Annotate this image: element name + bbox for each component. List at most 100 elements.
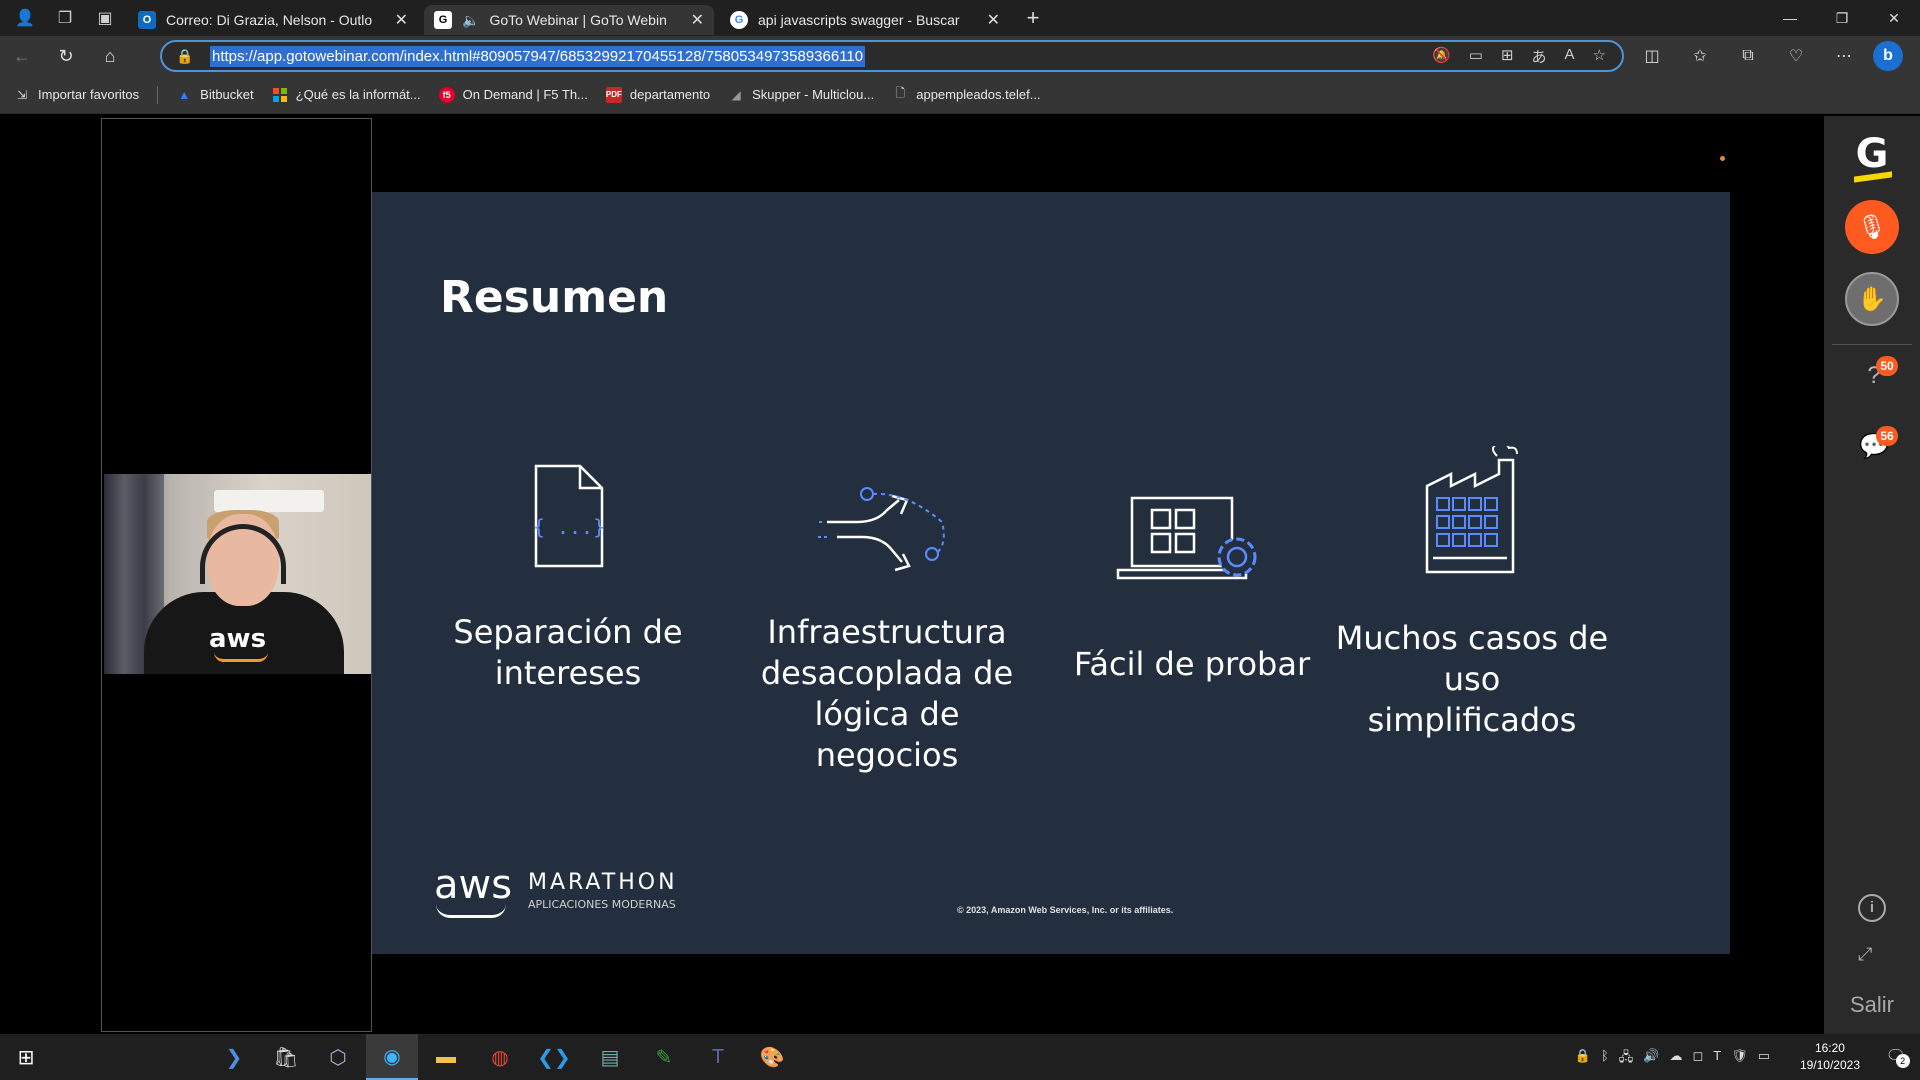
favorite-star-icon[interactable]: ☆ bbox=[1593, 46, 1606, 67]
goto-icon: G bbox=[434, 11, 452, 29]
app-available-icon[interactable]: ▭ bbox=[1469, 46, 1483, 67]
page-icon: 🗋 bbox=[895, 86, 906, 100]
security-icon[interactable]: 🛡 bbox=[1731, 1048, 1748, 1070]
bookmark-label: appempleados.telef... bbox=[916, 87, 1041, 102]
item-label-line: Muchos casos de uso bbox=[1335, 619, 1609, 698]
bookmark-skupper[interactable]: ◢ Skupper - Multiclou... bbox=[728, 87, 875, 103]
raise-hand-button[interactable]: ✋ bbox=[1845, 272, 1899, 326]
battery-icon[interactable]: ▭ bbox=[1758, 1048, 1770, 1070]
bookmark-appempleados[interactable]: 🗋 appempleados.telef... bbox=[892, 86, 1041, 103]
vertical-tabs-icon[interactable]: ▣ bbox=[88, 3, 122, 33]
event-title: MARATHON bbox=[528, 870, 678, 895]
tab-google-search[interactable]: G api javascripts swagger - Buscar ✕ bbox=[720, 5, 1010, 35]
bookmarks-bar: ⇲ Importar favoritos ▲ Bitbucket ¿Qué es… bbox=[0, 76, 1920, 114]
slide-item-infrastructure: Infraestructura desacoplada de lógica de… bbox=[752, 482, 1022, 776]
teams-taskbar-icon[interactable]: T bbox=[692, 1034, 744, 1080]
recording-dot bbox=[1720, 156, 1725, 161]
item-label-line: desacoplada de bbox=[760, 654, 1014, 692]
focus-icon[interactable]: ◻ bbox=[1692, 1048, 1703, 1070]
back-button[interactable]: ← bbox=[0, 36, 44, 76]
minimize-button[interactable]: — bbox=[1764, 0, 1816, 36]
start-button[interactable]: ⊞ bbox=[0, 1034, 52, 1080]
tab-gotowebinar[interactable]: G 🔈 GoTo Webinar | GoTo Webin ✕ bbox=[424, 5, 714, 35]
system-tray[interactable]: 🔒 ᛒ 🖧 🔊 ☁ ◻ T 🛡 ▭ bbox=[1575, 1048, 1770, 1070]
bookmark-on-demand-f5[interactable]: f5 On Demand | F5 Th... bbox=[438, 86, 588, 103]
vpn-icon[interactable]: 🔒 bbox=[1575, 1048, 1591, 1070]
tab-title: Correo: Di Grazia, Nelson - Outlo bbox=[166, 12, 373, 28]
notification-count-badge: 2 bbox=[1895, 1054, 1910, 1068]
notes-taskbar-icon[interactable]: ✎ bbox=[638, 1034, 690, 1080]
bookmark-import-favorites[interactable]: ⇲ Importar favoritos bbox=[14, 87, 139, 103]
workspaces-icon[interactable]: ❐ bbox=[48, 3, 82, 33]
address-bar[interactable]: 🔒 https://app.gotowebinar.com/index.html… bbox=[160, 40, 1624, 72]
factory-grid-icon bbox=[1425, 446, 1518, 574]
profile-avatar-icon[interactable]: 👤 bbox=[8, 3, 42, 33]
close-window-button[interactable]: ✕ bbox=[1868, 0, 1920, 36]
close-tab-icon[interactable]: ✕ bbox=[691, 10, 704, 30]
split-screen-icon[interactable]: ◫ bbox=[1628, 46, 1676, 66]
presenter-webcam-video: aws bbox=[104, 474, 371, 674]
lock-icon[interactable]: 🔒 bbox=[176, 48, 200, 65]
address-toolbar: ← ↻ ⌂ 🔒 https://app.gotowebinar.com/inde… bbox=[0, 36, 1920, 76]
slide-title: Resumen bbox=[440, 272, 669, 323]
url-text[interactable]: https://app.gotowebinar.com/index.html#8… bbox=[210, 45, 866, 67]
cloud-icon[interactable]: ☁ bbox=[1669, 1048, 1682, 1070]
read-aloud-icon[interactable]: A bbox=[1565, 46, 1575, 67]
info-button[interactable]: i bbox=[1858, 894, 1886, 922]
laptop-gear-icon bbox=[1116, 496, 1257, 580]
terminal-taskbar-icon[interactable]: ❯ bbox=[208, 1034, 260, 1080]
aws-logo: aws bbox=[434, 862, 513, 908]
close-tab-icon[interactable]: ✕ bbox=[395, 10, 408, 30]
refresh-button[interactable]: ↻ bbox=[44, 36, 88, 76]
clock-date: 19/10/2023 bbox=[1799, 1058, 1860, 1072]
tab-outlook[interactable]: O Correo: Di Grazia, Nelson - Outlo ✕ bbox=[128, 5, 418, 35]
notifications-blocked-icon[interactable]: 🔕 bbox=[1432, 46, 1451, 67]
microphone-button[interactable]: 🎙 bbox=[1845, 200, 1899, 254]
divider bbox=[1832, 344, 1912, 345]
notification-center-button[interactable]: 🗨 2 bbox=[1886, 1046, 1910, 1068]
bookmark-que-es-informatica[interactable]: ¿Qué es la informát... bbox=[272, 87, 421, 103]
store-taskbar-icon[interactable]: 🛍 bbox=[260, 1034, 312, 1080]
more-options-icon[interactable]: ⋯ bbox=[1820, 46, 1868, 66]
item-label-line: Infraestructura bbox=[767, 613, 1007, 651]
slide-item-easy-testing: Fácil de probar bbox=[1062, 492, 1322, 685]
chrome-taskbar-icon[interactable]: ◍ bbox=[474, 1034, 526, 1080]
teams-tray-icon[interactable]: T bbox=[1713, 1048, 1721, 1070]
speaker-icon[interactable]: 🔈 bbox=[462, 12, 479, 29]
skupper-icon: ◢ bbox=[731, 87, 741, 102]
network-icon[interactable]: 🖧 bbox=[1619, 1048, 1634, 1070]
fullscreen-button[interactable]: ⤢ bbox=[1858, 944, 1872, 965]
chat-count-badge: 56 bbox=[1876, 426, 1898, 446]
browser-essentials-icon[interactable]: ♡ bbox=[1772, 46, 1820, 66]
translate-icon[interactable]: あ bbox=[1532, 46, 1547, 67]
app-taskbar-icon[interactable]: ▤ bbox=[584, 1034, 636, 1080]
bing-copilot-icon[interactable]: b bbox=[1873, 41, 1903, 71]
clock-time: 16:20 bbox=[1814, 1041, 1845, 1055]
tab-title: GoTo Webinar | GoTo Webin bbox=[489, 12, 667, 28]
close-tab-icon[interactable]: ✕ bbox=[987, 10, 1000, 30]
item-label-line: lógica de negocios bbox=[814, 695, 960, 774]
volume-icon[interactable]: 🔊 bbox=[1643, 1048, 1659, 1070]
collections-icon[interactable]: ⧉ bbox=[1724, 47, 1772, 65]
chat-button[interactable]: 💬 56 bbox=[1854, 426, 1898, 472]
new-tab-button[interactable]: + bbox=[1016, 5, 1050, 31]
questions-button[interactable]: ? 50 bbox=[1854, 356, 1898, 402]
slide-item-separation: { ...} Separación de intereses bbox=[448, 462, 688, 694]
bookmark-bitbucket[interactable]: ▲ Bitbucket bbox=[176, 87, 253, 103]
bluetooth-icon[interactable]: ᛒ bbox=[1601, 1048, 1609, 1070]
paint-taskbar-icon[interactable]: 🎨 bbox=[746, 1034, 798, 1080]
edge-taskbar-icon[interactable]: ◉ bbox=[366, 1034, 418, 1080]
microsoft-icon bbox=[272, 87, 288, 103]
item-label-line: Separación de bbox=[453, 613, 683, 651]
apps-icon[interactable]: ⊞ bbox=[1501, 46, 1514, 67]
clock[interactable]: 16:20 19/10/2023 bbox=[1800, 1040, 1860, 1074]
virtualbox-taskbar-icon[interactable]: ⬡ bbox=[312, 1034, 364, 1080]
bookmark-departamento[interactable]: PDF departamento bbox=[605, 86, 710, 103]
restore-button[interactable]: ❐ bbox=[1816, 0, 1868, 36]
favorites-icon[interactable]: ✩ bbox=[1676, 46, 1724, 66]
vscode-taskbar-icon[interactable]: ❮❯ bbox=[528, 1034, 580, 1080]
file-explorer-taskbar-icon[interactable]: ▬ bbox=[420, 1034, 472, 1080]
bookmark-label: Importar favoritos bbox=[38, 87, 140, 102]
exit-button[interactable]: Salir bbox=[1824, 992, 1920, 1018]
home-button[interactable]: ⌂ bbox=[88, 36, 132, 76]
